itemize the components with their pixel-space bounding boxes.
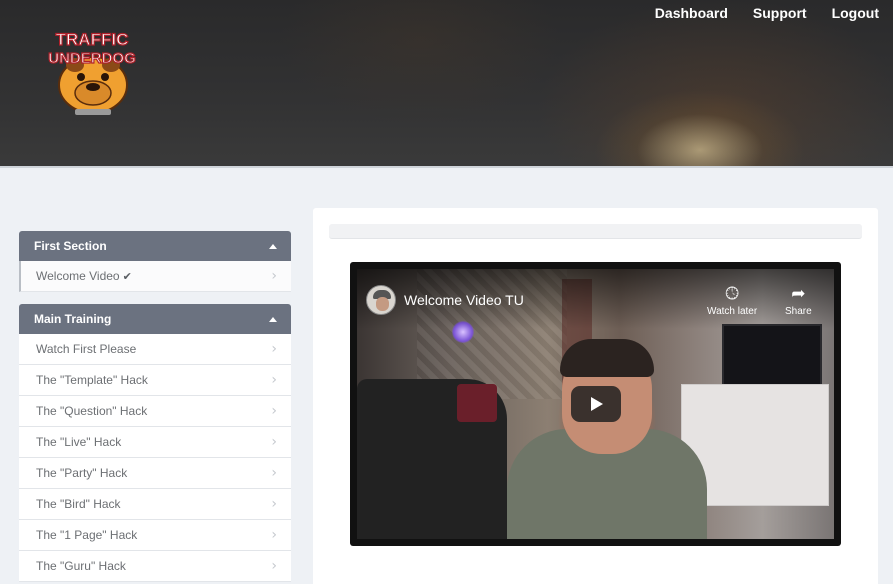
lesson-label: The "Bird" Hack — [36, 497, 121, 511]
lesson-label: Watch First Please — [36, 342, 137, 356]
collapse-caret-icon[interactable] — [269, 243, 277, 249]
lesson-item[interactable]: The "Bird" Hack › — [19, 489, 291, 520]
svg-text:TRAFFIC: TRAFFIC — [56, 30, 129, 49]
collapse-caret-icon[interactable] — [269, 316, 277, 322]
play-button[interactable] — [571, 386, 621, 422]
nav-dashboard-link[interactable]: Dashboard — [655, 5, 728, 21]
watch-later-label: Watch later — [707, 306, 758, 317]
svg-text:UNDERDOG: UNDERDOG — [48, 50, 136, 67]
video-frame[interactable]: Welcome Video TU 🕓︎ Watch later ➦ Share — [357, 269, 834, 539]
lesson-item[interactable]: The "Live" Hack › — [19, 427, 291, 458]
chevron-right-icon: › — [271, 372, 277, 388]
lesson-item[interactable]: The "Party" Hack › — [19, 458, 291, 489]
section-header-first-section[interactable]: First Section — [19, 231, 291, 261]
lesson-item[interactable]: The "Guru" Hack › — [19, 551, 291, 582]
course-sidebar: First Section Welcome Video ✔ › Main Trai… — [19, 231, 291, 582]
lesson-label: The "1 Page" Hack — [36, 528, 138, 542]
checkmark-icon: ✔ — [122, 270, 132, 283]
chevron-right-icon: › — [271, 268, 277, 284]
section-title: First Section — [34, 239, 107, 253]
nav-support-link[interactable]: Support — [753, 5, 807, 21]
share-label: Share — [785, 306, 812, 317]
lesson-title-bar — [329, 224, 862, 239]
lesson-label: Welcome Video — [36, 269, 120, 283]
logo-graphic: TRAFFIC UNDERDOG — [48, 29, 136, 115]
lesson-item[interactable]: The "Template" Hack › — [19, 365, 291, 396]
video-title[interactable]: Welcome Video TU — [404, 292, 524, 308]
video-player[interactable]: Welcome Video TU 🕓︎ Watch later ➦ Share — [350, 262, 841, 546]
top-nav: Dashboard Support Logout — [655, 5, 879, 21]
lesson-item[interactable]: Watch First Please › — [19, 334, 291, 365]
chevron-right-icon: › — [271, 434, 277, 450]
chevron-right-icon: › — [271, 527, 277, 543]
chevron-right-icon: › — [271, 496, 277, 512]
lesson-label: The "Question" Hack — [36, 404, 148, 418]
lesson-item-welcome-video[interactable]: Welcome Video ✔ › — [19, 261, 291, 292]
lesson-item[interactable]: The "1 Page" Hack › — [19, 520, 291, 551]
lesson-label-wrap: Welcome Video ✔ — [36, 269, 132, 283]
lesson-content-panel: Welcome Video TU 🕓︎ Watch later ➦ Share — [313, 208, 878, 584]
watch-later-button[interactable]: 🕓︎ Watch later — [707, 285, 757, 317]
lesson-label: The "Guru" Hack — [36, 559, 126, 573]
lesson-label: The "Party" Hack — [36, 466, 128, 480]
site-header: TRAFFIC UNDERDOG Dashboard Support Logou… — [0, 0, 893, 168]
chevron-right-icon: › — [271, 465, 277, 481]
section-header-main-training[interactable]: Main Training — [19, 304, 291, 334]
share-button[interactable]: ➦ Share — [785, 285, 812, 317]
traffic-underdog-logo[interactable]: TRAFFIC UNDERDOG — [35, 25, 150, 120]
clock-icon: 🕓︎ — [725, 284, 739, 304]
lesson-item[interactable]: The "Question" Hack › — [19, 396, 291, 427]
channel-avatar[interactable] — [366, 285, 396, 315]
chevron-right-icon: › — [271, 558, 277, 574]
nav-logout-link[interactable]: Logout — [832, 5, 879, 21]
share-arrow-icon: ➦ — [791, 284, 806, 304]
chevron-right-icon: › — [271, 403, 277, 419]
lesson-label: The "Live" Hack — [36, 435, 122, 449]
lesson-label: The "Template" Hack — [36, 373, 148, 387]
chevron-right-icon: › — [271, 341, 277, 357]
section-title: Main Training — [34, 312, 112, 326]
